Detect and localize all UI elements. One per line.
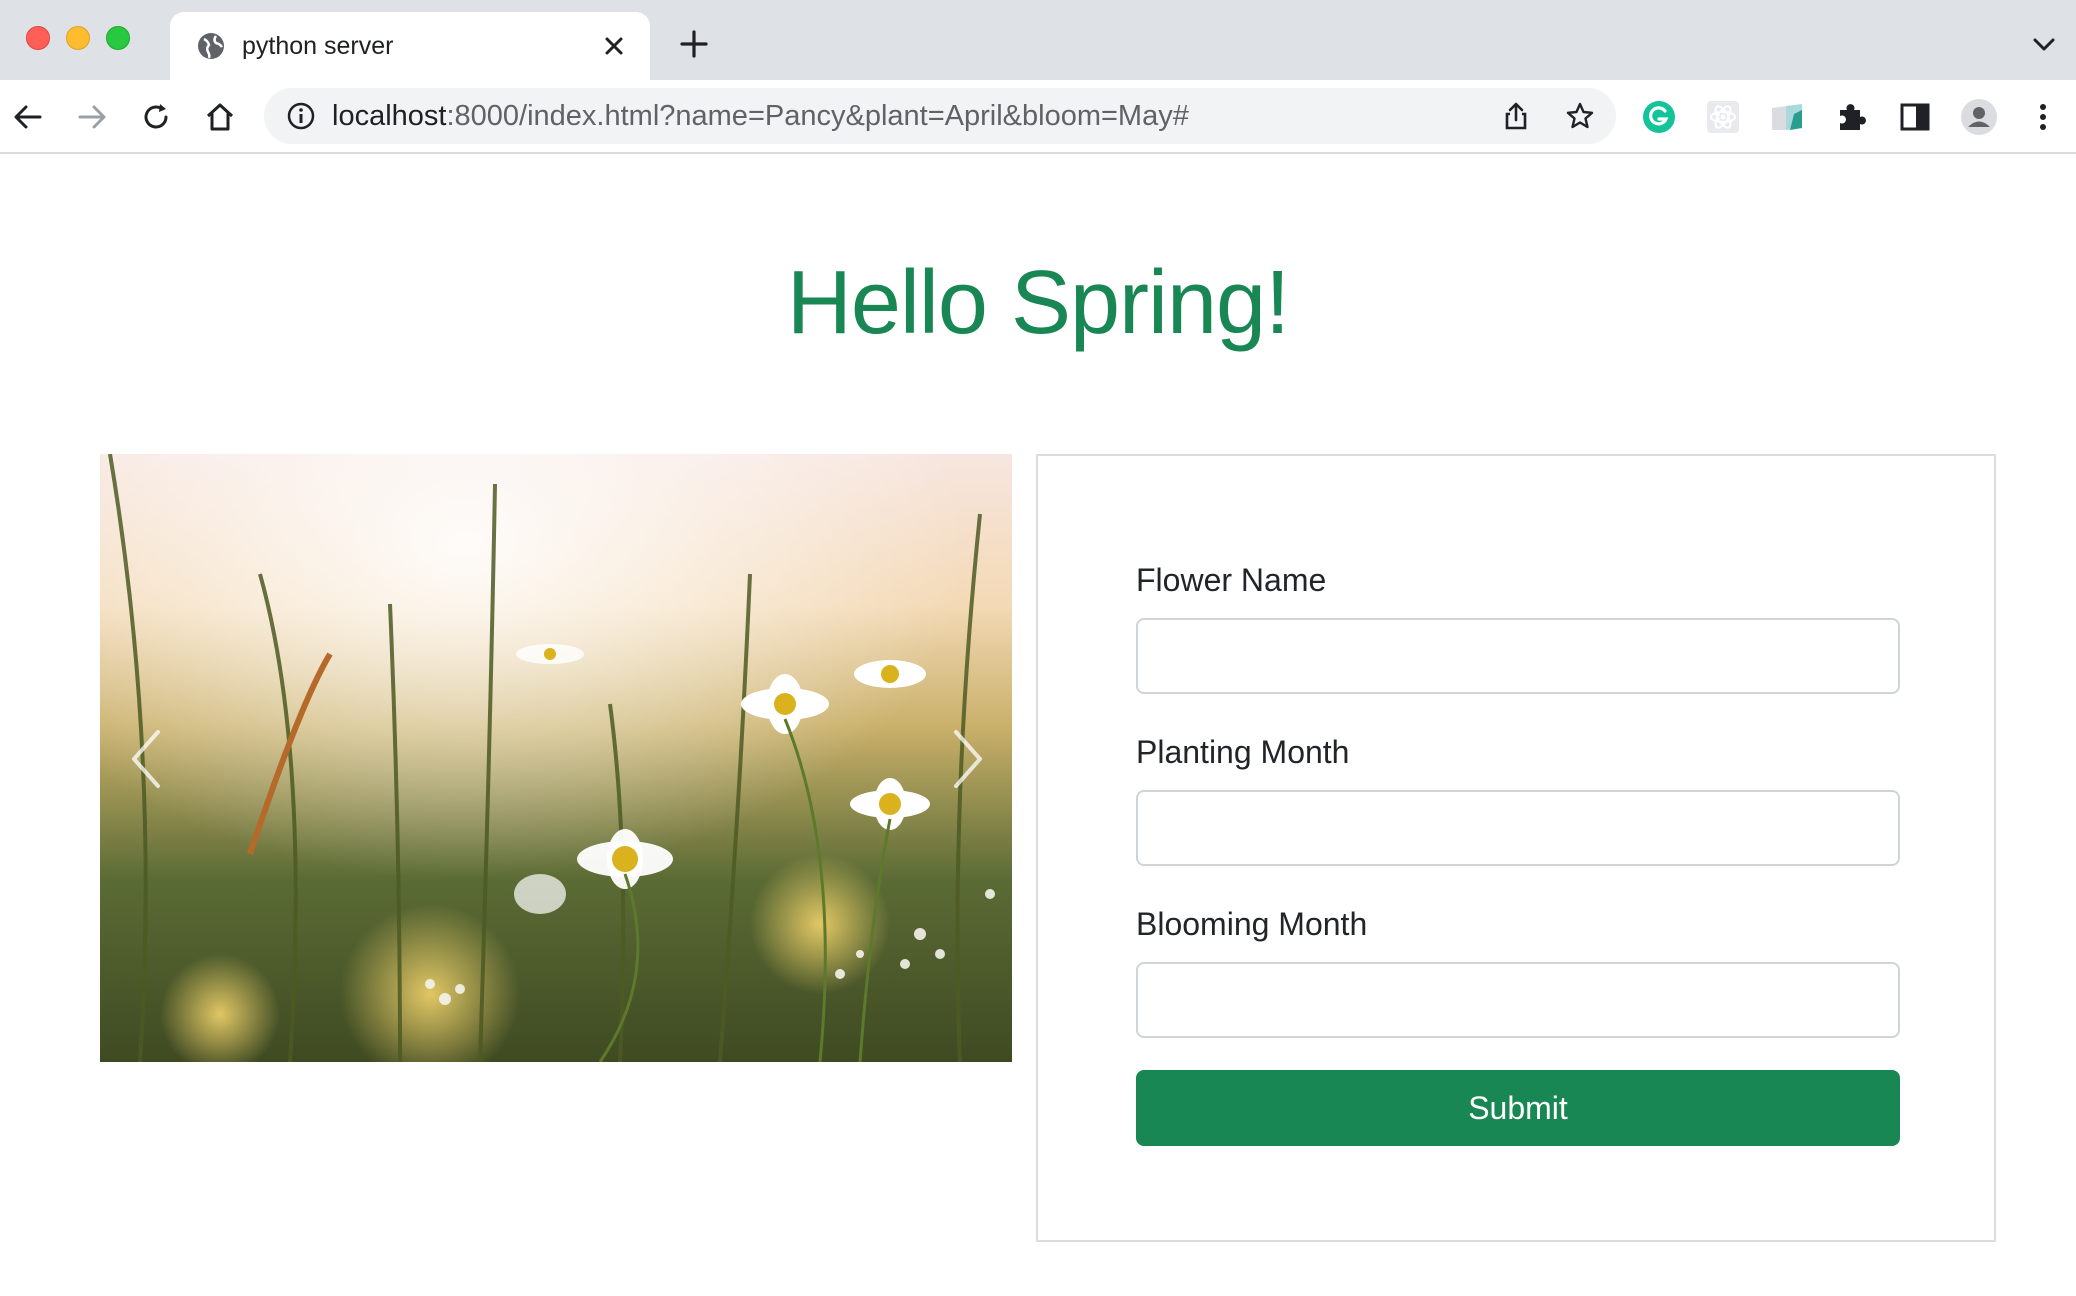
react-devtools-icon[interactable] [1704, 98, 1742, 136]
close-tab-icon[interactable] [600, 32, 628, 60]
home-icon[interactable] [202, 99, 238, 135]
address-bar[interactable]: localhost:8000/index.html?name=Pancy&pla… [264, 88, 1616, 144]
flower-name-label: Flower Name [1136, 562, 1327, 598]
url-text[interactable]: localhost:8000/index.html?name=Pancy&pla… [332, 100, 1189, 133]
tab-title: python server [242, 32, 394, 60]
tab-search-chevron-icon[interactable] [2030, 34, 2058, 56]
url-host: localhost [332, 100, 447, 132]
meadow-daisies-photo [100, 454, 1012, 1062]
image-carousel [100, 454, 1012, 1062]
blooming-month-label: Blooming Month [1136, 906, 1368, 942]
window-maximize-button[interactable] [106, 26, 130, 50]
grammarly-icon[interactable] [1640, 98, 1678, 136]
planting-month-label: Planting Month [1136, 734, 1350, 770]
page-title: Hello Spring! [786, 253, 1290, 353]
submit-button[interactable]: Submit [1136, 1070, 1900, 1146]
chevron-left-icon[interactable] [116, 714, 176, 804]
extension-book-icon[interactable] [1768, 98, 1806, 136]
browser-toolbar: localhost:8000/index.html?name=Pancy&pla… [0, 80, 2076, 154]
browser-tab-bar: python server [0, 0, 2076, 80]
globe-icon [198, 33, 224, 59]
forward-arrow-icon[interactable] [74, 99, 110, 135]
profile-avatar-icon[interactable] [1960, 98, 1998, 136]
window-close-button[interactable] [26, 26, 50, 50]
browser-tab[interactable]: python server [170, 12, 650, 80]
share-icon[interactable] [1500, 100, 1532, 132]
extensions-puzzle-icon[interactable] [1832, 98, 1870, 136]
bookmark-star-icon[interactable] [1564, 100, 1596, 132]
flower-name-input[interactable] [1136, 618, 1900, 694]
blooming-month-input[interactable] [1136, 962, 1900, 1038]
reload-icon[interactable] [138, 99, 174, 135]
site-info-icon[interactable] [286, 101, 316, 131]
planting-month-input[interactable] [1136, 790, 1900, 866]
url-path: :8000/index.html?name=Pancy&plant=April&… [446, 100, 1189, 132]
window-minimize-button[interactable] [66, 26, 90, 50]
side-panel-icon[interactable] [1896, 98, 1934, 136]
flower-form-card: Flower Name Planting Month Blooming Mont… [1036, 454, 1996, 1242]
more-menu-icon[interactable] [2024, 98, 2062, 136]
chevron-right-icon[interactable] [938, 714, 998, 804]
back-arrow-icon[interactable] [10, 99, 46, 135]
new-tab-icon[interactable] [678, 28, 710, 60]
